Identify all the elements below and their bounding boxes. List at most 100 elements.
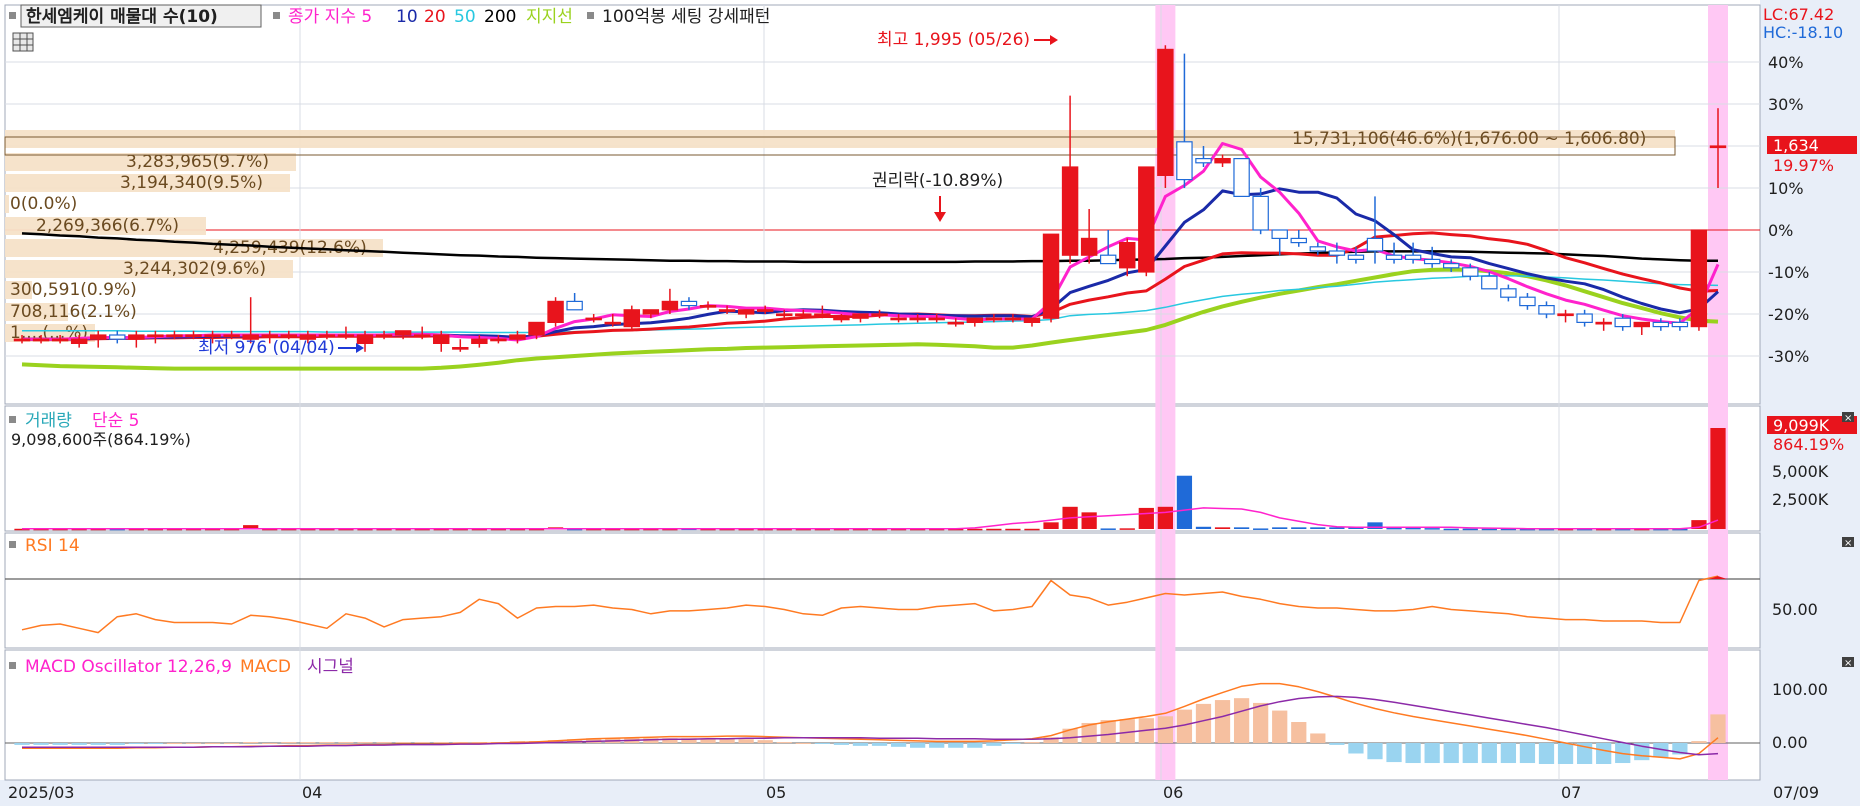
candle-body (1576, 313, 1593, 323)
candle-body (490, 338, 507, 342)
signal-title[interactable]: 시그널 (307, 657, 354, 677)
volume-bar (1119, 528, 1135, 530)
ma-period-50[interactable]: 50 (454, 7, 476, 27)
candle-body (699, 305, 717, 308)
candle-body (1690, 229, 1708, 328)
volume-ma-label[interactable]: 단순 5 (92, 411, 140, 431)
candle-body (1195, 158, 1212, 164)
candle-body (852, 313, 869, 319)
lc-readout: LC:67.42 (1763, 5, 1834, 24)
macd-oscillator-bar (852, 743, 869, 746)
legend-marker (9, 541, 16, 548)
candle-body (1481, 275, 1498, 290)
volume-bar (1272, 527, 1288, 529)
close-icon[interactable]: × (1842, 657, 1854, 669)
candle-body (776, 313, 793, 317)
volume-profile-label: 3,244,302(9.6%) (123, 259, 266, 279)
candle-body (833, 317, 850, 321)
volume-bar (1100, 528, 1116, 530)
support-legend-label[interactable]: 지지선 (526, 7, 573, 27)
macd-oscillator-bar (243, 742, 259, 744)
candle-body (1252, 195, 1269, 231)
macd-oscillator-bar (1157, 716, 1173, 743)
macd-oscillator-bar (1538, 743, 1555, 764)
macd-oscillator-bar (1233, 698, 1250, 743)
candle-body (547, 300, 564, 323)
candle-body (1671, 321, 1689, 328)
volume-profile-label: 3,194,340(9.5%) (120, 173, 263, 193)
macd-oscillator-bar (1424, 743, 1440, 764)
volume-bar (1157, 506, 1173, 529)
candle-body (642, 309, 660, 315)
ma-period-20[interactable]: 20 (424, 7, 446, 27)
volume-bar (1043, 522, 1059, 529)
macd-title[interactable]: MACD (240, 657, 291, 677)
macd-oscillator-bar (1500, 743, 1517, 764)
candle-body (1385, 254, 1403, 260)
y-tick-label: -10% (1768, 263, 1809, 282)
candle-body (661, 300, 679, 311)
pattern-legend-label[interactable]: 100억봉 세팅 강세패턴 (602, 7, 770, 27)
stock-title[interactable]: 한세엠케이 매물대 수(10) (26, 7, 218, 27)
macd-oscillator-bar (1481, 743, 1497, 764)
macd-oscillator-bar (833, 743, 850, 745)
candle-body (1500, 288, 1517, 298)
macd-osc-title[interactable]: MACD Oscillator 12,26,9 (25, 657, 232, 677)
volume-tag-value: 9,099K (1773, 416, 1830, 435)
ma-legend-label[interactable]: 종가 지수 5 (288, 7, 372, 27)
candle-body (890, 317, 907, 321)
stock-chart: 15,731,106(46.6%)(1,676.00 ~ 1,606.80) 3,… (0, 0, 1860, 806)
macd-oscillator-bar (147, 743, 164, 744)
rsi-title[interactable]: RSI 14 (25, 536, 80, 556)
candle-body (623, 309, 641, 328)
macd-oscillator-bar (871, 743, 888, 746)
high-annotation: 최고 1,995 (05/26) (877, 30, 1030, 50)
macd-oscillator-bar (1462, 743, 1478, 764)
candle-body (1652, 321, 1670, 328)
candle-body (814, 313, 831, 317)
x-tick-label: 04 (302, 783, 322, 802)
macd-oscillator-bar (185, 743, 202, 744)
x-tick-label: 06 (1163, 783, 1183, 802)
candle-body (756, 309, 774, 312)
y-tick-label: -30% (1768, 347, 1809, 366)
volume-bar (1424, 528, 1440, 530)
candle-body (737, 309, 755, 315)
macd-oscillator-bar (1253, 702, 1269, 743)
candle-body (795, 313, 812, 317)
candle-body (1023, 317, 1041, 324)
rsi-tick-50: 50.00 (1772, 600, 1818, 619)
macd-oscillator-bar (1291, 722, 1307, 743)
candle-body (1099, 254, 1117, 265)
candle-body (70, 338, 88, 345)
macd-oscillator-bar (1005, 743, 1021, 744)
macd-oscillator-bar (204, 743, 221, 744)
candle-body (166, 334, 183, 338)
volume-bar (1405, 527, 1421, 530)
close-icon[interactable]: × (1842, 537, 1854, 549)
close-icon[interactable]: × (1842, 412, 1854, 424)
macd-oscillator-bar (1443, 743, 1459, 764)
macd-oscillator-bar (338, 742, 354, 744)
macd-oscillator-bar (986, 743, 1002, 746)
candle-body (1290, 237, 1307, 244)
macd-oscillator-bar (281, 742, 297, 744)
ma-period-10[interactable]: 10 (396, 7, 418, 27)
candle-body (1214, 158, 1231, 164)
macd-oscillator-bar (14, 743, 30, 745)
svg-text:×: × (1844, 658, 1852, 669)
macd-oscillator-bar (948, 743, 964, 748)
volume-info: 9,098,600주(864.19%) (11, 430, 191, 449)
macd-oscillator-bar (795, 743, 811, 744)
macd-oscillator-bar (1100, 720, 1116, 743)
current-price-value: 1,634 (1773, 136, 1819, 155)
macd-oscillator-bar (357, 742, 373, 744)
volume-title[interactable]: 거래량 (25, 411, 72, 431)
volume-bar (1138, 507, 1154, 529)
volume-bar (967, 528, 983, 531)
x-tick-label: 2025/03 (8, 783, 74, 802)
candle-body (1042, 233, 1060, 319)
volume-profile-label: 300,591(0.9%) (10, 280, 137, 300)
table-view-button[interactable] (12, 32, 34, 52)
ma-period-200[interactable]: 200 (484, 7, 516, 27)
